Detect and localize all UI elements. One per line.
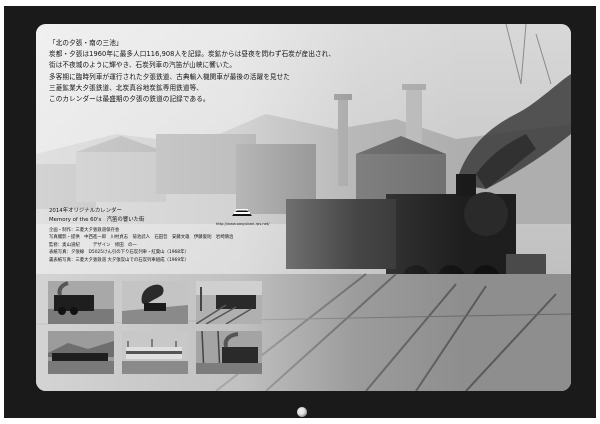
calendar-subtitle: 2014年オリジナルカレンダー Memory of the 60's 汽笛の響い…	[49, 207, 144, 225]
credits-block: 企画・制作：三菱大夕張鉄道保存会 写真撮影・提供 中西進一郎 川村貞志 菊池武人…	[49, 227, 233, 264]
intro-line: 街は不夜城のように輝やき、石炭列車の汽笛が山峡に響いた。	[49, 61, 236, 70]
calendar-sheet: 「北の夕張・南の三池」 炭都・夕張は1960年に最多人口116,908人を記録。…	[4, 6, 596, 418]
intro-line: このカレンダーは最盛期の夕張の鉄道の記録である。	[49, 95, 210, 104]
calendar-cover-card: 「北の夕張・南の三池」 炭都・夕張は1960年に最多人口116,908人を記録。…	[36, 24, 571, 391]
intro-line: 三菱鉱業大夕張鉄道、北炭真谷地炭鉱専用鉄道等、	[49, 83, 203, 92]
binding-hole-icon	[297, 407, 307, 417]
intro-line: 多客期に臨時列車が運行された夕張鉄道、古典輸入機関車が最後の活躍を見せた	[49, 72, 290, 81]
subtitle-line: 2014年オリジナルカレンダー	[49, 208, 122, 214]
credit-line: 写真撮影・提供 中西進一郎 川村貞志 菊池武人 石田哲 安藤文雄 伊藤俊則 岩崎…	[49, 235, 234, 241]
credit-line: 企画・制作：三菱大夕張鉄道保存会	[49, 228, 120, 233]
subtitle-line: Memory of the 60's 汽笛の響いた街	[49, 217, 145, 223]
credit-line: 表紙写真：夕張線 D5025けん引の下り石炭列車・紅葉山（1968年）	[49, 250, 189, 256]
society-url: http://www.oosyubari-rps.net/	[216, 222, 270, 226]
railway-society-emblem-icon	[232, 209, 252, 216]
intro-line: 炭都・夕張は1960年に最多人口116,908人を記録。炭鉱からは昼夜を問わず石…	[49, 50, 336, 59]
thumbnail-grid	[48, 281, 268, 375]
thumbnail-photo	[196, 331, 262, 374]
thumbnail-photo	[196, 281, 262, 324]
thumbnail-photo	[48, 281, 114, 324]
intro-heading: 「北の夕張・南の三池」	[49, 39, 123, 47]
credit-line: 裏表紙写真：三菱大夕張鉄道 大夕張炭山での石炭列車組成（1969年）	[49, 257, 189, 263]
intro-text-block: 「北の夕張・南の三池」 炭都・夕張は1960年に最多人口116,908人を記録。…	[49, 38, 379, 105]
thumbnail-photo	[48, 331, 114, 374]
thumbnail-photo	[122, 331, 188, 374]
credit-line: 監修：奥山道紀 デザイン 修田 の一	[49, 242, 137, 248]
thumbnail-photo	[122, 281, 188, 324]
